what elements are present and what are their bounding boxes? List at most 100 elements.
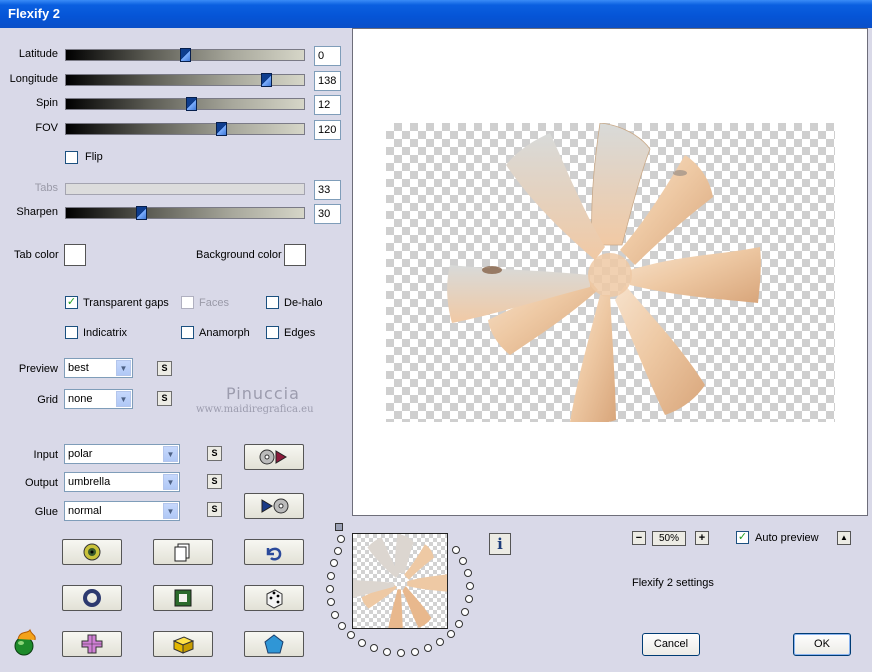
background-color-swatch[interactable] [284,244,306,266]
grid-save-button[interactable]: S [157,391,172,406]
cube-shape-button[interactable] [153,631,213,657]
orbit-dot[interactable] [331,611,339,619]
sharpen-slider[interactable] [65,206,305,220]
cross-shape-icon [81,634,103,654]
input-save-button[interactable]: S [207,446,222,461]
glue-save-button[interactable]: S [207,502,222,517]
thumbnail-preview[interactable] [352,533,448,629]
orbit-dot[interactable] [411,648,419,656]
input-select[interactable]: polar ▼ [64,444,180,464]
orbit-dot[interactable] [436,638,444,646]
cancel-button[interactable]: Cancel [642,633,700,656]
orbit-dot[interactable] [326,585,334,593]
latitude-slider[interactable] [65,48,305,62]
preview-canvas[interactable] [352,28,868,516]
orbit-start-handle[interactable] [335,523,343,531]
pentagon-button[interactable] [244,631,304,657]
chevron-down-icon[interactable]: ▼ [163,503,178,519]
ring-icon [83,589,101,607]
chevron-down-icon[interactable]: ▼ [163,474,178,490]
input-label: Input [33,449,58,461]
copy-icon [174,543,190,562]
longitude-slider[interactable] [65,73,305,87]
fov-value[interactable]: 120 [314,120,341,140]
undo-arrow-icon [266,547,282,561]
preview-select[interactable]: best ▼ [64,358,133,378]
latitude-label: Latitude [18,48,58,60]
load-output-button[interactable] [244,493,304,519]
preview-save-button[interactable]: S [157,361,172,376]
orbit-dot[interactable] [447,630,455,638]
input-select-value: polar [68,448,93,460]
flip-checkbox[interactable] [65,151,78,164]
orbit-dot[interactable] [461,608,469,616]
umbrella-flower-render [447,122,761,425]
orbit-dot[interactable] [358,639,366,647]
flaming-planet-logo-icon [14,628,36,656]
slider-thumb[interactable] [136,206,147,220]
orbit-dot[interactable] [452,546,460,554]
chevron-down-icon[interactable]: ▼ [163,446,178,462]
dialog-body: Latitude 0 Longitude 138 Spin 12 FOV 120… [0,28,872,672]
de-halo-checkbox[interactable] [266,296,279,309]
orbit-dot[interactable] [337,535,345,543]
zoom-in-button[interactable]: + [695,531,709,545]
orbit-dot[interactable] [383,648,391,656]
orbit-dot[interactable] [424,644,432,652]
output-save-button[interactable]: S [207,474,222,489]
edges-checkbox[interactable] [266,326,279,339]
transparent-gaps-checkbox[interactable]: ✓ [65,296,78,309]
sphere-button[interactable] [62,585,122,611]
latitude-value[interactable]: 0 [314,46,341,66]
orbit-dot[interactable] [327,598,335,606]
load-input-button[interactable] [244,444,304,470]
orbit-dot[interactable] [330,559,338,567]
spin-value[interactable]: 12 [314,95,341,115]
square-button[interactable] [153,585,213,611]
orbit-dot[interactable] [338,622,346,630]
glue-select[interactable]: normal ▼ [64,501,180,521]
indicatrix-checkbox[interactable] [65,326,78,339]
cube-shape-icon [172,636,195,654]
edges-label: Edges [284,327,316,339]
grid-select[interactable]: none ▼ [64,389,133,409]
undo-button[interactable] [244,539,304,565]
slider-thumb[interactable] [216,122,227,136]
longitude-value[interactable]: 138 [314,71,341,91]
slider-thumb[interactable] [261,73,272,87]
orbit-dot[interactable] [465,595,473,603]
orbit-dot[interactable] [347,631,355,639]
longitude-label: Longitude [9,73,58,85]
orbit-dot[interactable] [466,582,474,590]
zoom-out-button[interactable]: − [632,531,646,545]
chevron-down-icon[interactable]: ▼ [116,391,131,407]
sharpen-value[interactable]: 30 [314,204,341,224]
orbit-dot[interactable] [397,649,405,657]
orbit-dot[interactable] [455,620,463,628]
collapse-up-button[interactable]: ▲ [837,531,851,545]
info-button[interactable]: i [489,533,511,555]
orbit-dot[interactable] [327,572,335,580]
orbit-dot[interactable] [370,644,378,652]
orbit-dot[interactable] [464,569,472,577]
random-button[interactable] [62,539,122,565]
preview-label: Preview [18,363,58,375]
tab-color-swatch[interactable] [64,244,86,266]
faces-checkbox [181,296,194,309]
copy-button[interactable] [153,539,213,565]
orbit-dot[interactable] [334,547,342,555]
ok-button[interactable]: OK [793,633,851,656]
fov-slider[interactable] [65,122,305,136]
anamorph-checkbox[interactable] [181,326,194,339]
auto-preview-checkbox[interactable]: ✓ [736,531,749,544]
dice-button[interactable] [244,585,304,611]
tabs-value[interactable]: 33 [314,180,341,200]
orbit-dot[interactable] [459,557,467,565]
spin-slider[interactable] [65,97,305,111]
output-select[interactable]: umbrella ▼ [64,472,180,492]
cross-shape-button[interactable] [62,631,122,657]
slider-thumb[interactable] [186,97,197,111]
fov-label: FOV [35,122,58,134]
slider-thumb[interactable] [180,48,191,62]
chevron-down-icon[interactable]: ▼ [116,360,131,376]
